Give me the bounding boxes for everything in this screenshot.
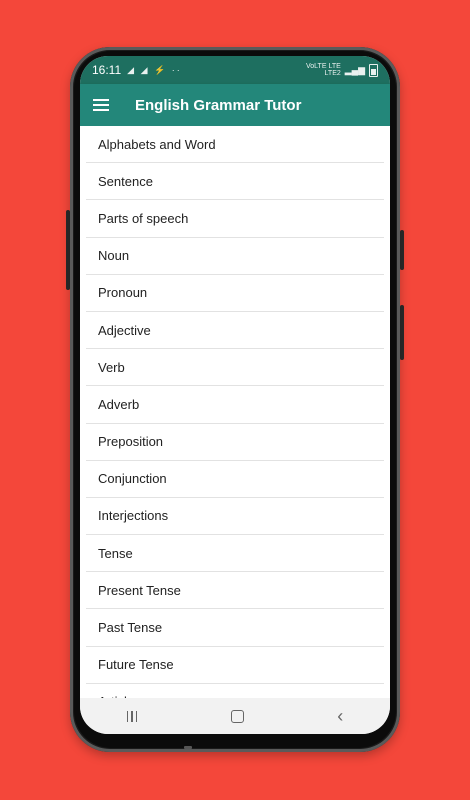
back-icon[interactable]: ‹ bbox=[337, 707, 343, 725]
topic-list-item[interactable]: Noun bbox=[86, 238, 384, 275]
recents-icon[interactable] bbox=[126, 710, 138, 722]
network-status: VoLTE LTE LTE2 ▂▄▆ bbox=[306, 63, 378, 77]
topic-list-item[interactable]: Interjections bbox=[86, 498, 384, 536]
topic-list-item[interactable]: Verb bbox=[86, 349, 384, 387]
topic-list-item[interactable]: Parts of speech bbox=[86, 200, 384, 238]
topic-list-item[interactable]: Past Tense bbox=[86, 609, 384, 647]
hamburger-menu-icon[interactable] bbox=[93, 99, 109, 111]
battery-icon bbox=[369, 63, 378, 77]
topic-list-item[interactable]: Adjective bbox=[86, 312, 384, 350]
topic-list-item[interactable]: Pronoun bbox=[86, 275, 384, 312]
phone-bottom-port bbox=[184, 746, 192, 749]
app-title: English Grammar Tutor bbox=[135, 96, 302, 114]
topic-list-item[interactable]: Adverb bbox=[86, 386, 384, 424]
network-label-1: VoLTE LTE bbox=[306, 63, 341, 70]
topic-list[interactable]: Alphabets and Word Sentence Parts of speec… bbox=[80, 126, 390, 700]
home-icon[interactable] bbox=[230, 709, 244, 723]
topic-list-item[interactable]: Alphabets and Word bbox=[86, 126, 384, 164]
status-bar: 16:11 ◢ ◢ ⚡ ·· VoLTE LTE LTE2 ▂▄▆ bbox=[80, 56, 390, 84]
status-time: 16:11 bbox=[92, 63, 122, 77]
topic-list-item[interactable]: Conjunction bbox=[86, 461, 384, 498]
network-label-2: LTE2 bbox=[324, 70, 341, 77]
signal-icon: ▂▄▆ bbox=[344, 64, 365, 75]
notification-icons: ◢ ◢ ⚡ ·· bbox=[127, 64, 182, 75]
phone-power-button bbox=[400, 305, 404, 360]
topic-list-item[interactable]: Sentence bbox=[86, 163, 384, 201]
topic-list-item[interactable]: Present Tense bbox=[86, 572, 384, 610]
topic-list-item[interactable]: Tense bbox=[86, 535, 384, 573]
topic-list-item[interactable]: Preposition bbox=[86, 424, 384, 461]
app-bar: English Grammar Tutor bbox=[80, 84, 390, 126]
phone-volume-button bbox=[400, 230, 404, 270]
topic-list-item[interactable]: Future Tense bbox=[86, 647, 384, 684]
phone-screen: 16:11 ◢ ◢ ⚡ ·· VoLTE LTE LTE2 ▂▄▆ Englis… bbox=[80, 56, 390, 734]
navigation-bar: ‹ bbox=[80, 698, 390, 734]
